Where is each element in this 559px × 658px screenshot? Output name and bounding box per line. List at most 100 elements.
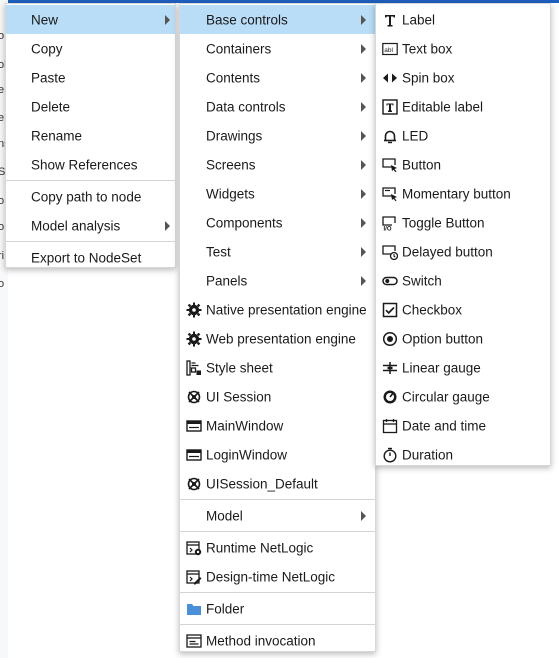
label-icon: [382, 12, 398, 28]
chevron-right-icon: [361, 217, 366, 228]
menu-item-show-references[interactable]: Show References: [6, 150, 175, 179]
menu-item-label: Text box: [402, 41, 453, 56]
menu-item-label[interactable]: Label: [376, 5, 550, 34]
menu-item-label: Label: [402, 12, 436, 27]
duration-icon: [382, 447, 398, 463]
spinbox-icon: [382, 70, 398, 86]
menu-item-method-invocation[interactable]: Method invocation: [180, 626, 375, 655]
new-submenu: Base controls Containers Contents Data cont…: [179, 3, 376, 652]
session-icon: [186, 389, 202, 405]
background-tree-fragment: o: [0, 221, 5, 233]
menu-item-label: Components: [206, 215, 283, 230]
circular-gauge-icon: [382, 389, 398, 405]
menu-item-contents[interactable]: Contents: [180, 63, 375, 92]
menu-item-label: Date and time: [402, 418, 487, 433]
menu-item-label: MainWindow: [206, 418, 284, 433]
menu-item-design-time-netlogic[interactable]: Design-time NetLogic: [180, 562, 375, 591]
menu-item-data-controls[interactable]: Data controls: [180, 92, 375, 121]
chevron-right-icon: [165, 14, 170, 25]
menu-item-date-and-time[interactable]: Date and time: [376, 411, 550, 440]
menu-item-containers[interactable]: Containers: [180, 34, 375, 63]
background-tree-fragment: o: [0, 195, 5, 207]
menu-item-delete[interactable]: Delete: [6, 92, 175, 121]
menu-item-export-to-nodeset[interactable]: Export to NodeSet: [6, 243, 175, 272]
menu-item-label: Delete: [31, 99, 71, 114]
menu-item-test[interactable]: Test: [180, 237, 375, 266]
menu-item-label: Runtime NetLogic: [206, 540, 314, 555]
textbox-icon: abl: [382, 41, 398, 57]
menu-item-copy[interactable]: Copy: [6, 34, 175, 63]
chevron-right-icon: [361, 159, 366, 170]
editable-label-icon: [382, 98, 398, 115]
base-controls-submenu: Label abl Text box Spin box Editable label LE…: [375, 3, 551, 466]
menu-item-runtime-netlogic[interactable]: Runtime NetLogic: [180, 533, 375, 562]
background-tree-fragment: e: [0, 84, 5, 96]
menu-item-components[interactable]: Components: [180, 208, 375, 237]
menu-item-copy-path-to-node[interactable]: Copy path to node: [6, 182, 175, 211]
chevron-right-icon: [361, 14, 366, 25]
menu-item-loginwindow[interactable]: LoginWindow: [180, 440, 375, 469]
menu-item-label: Export to NodeSet: [31, 250, 142, 265]
menu-item-screens[interactable]: Screens: [180, 150, 375, 179]
menu-item-label: Model: [206, 508, 243, 523]
background-tree-fragment: o: [0, 278, 5, 290]
menu-item-led[interactable]: LED: [376, 121, 550, 150]
menu-item-button[interactable]: Button: [376, 150, 550, 179]
menu-item-label: Linear gauge: [402, 360, 481, 375]
menu-item-drawings[interactable]: Drawings: [180, 121, 375, 150]
menu-item-rename[interactable]: Rename: [6, 121, 175, 150]
menu-item-label: Button: [402, 157, 442, 172]
menu-item-switch[interactable]: Switch: [376, 266, 550, 295]
menu-item-label: Folder: [206, 601, 245, 616]
folder-icon: [186, 601, 202, 617]
button-icon: [382, 157, 398, 173]
context-menu: New Copy Paste Delete Rename Show References C…: [5, 3, 176, 268]
menu-separator: [180, 624, 375, 625]
menu-item-web-presentation-engine[interactable]: Web presentation engine: [180, 324, 375, 353]
menu-item-delayed-button[interactable]: Delayed button: [376, 237, 550, 266]
chevron-right-icon: [361, 510, 366, 521]
menu-item-panels[interactable]: Panels: [180, 266, 375, 295]
menu-separator: [6, 241, 175, 242]
menu-item-linear-gauge[interactable]: Linear gauge: [376, 353, 550, 382]
menu-item-label: Data controls: [206, 99, 286, 114]
menu-item-editable-label[interactable]: Editable label: [376, 92, 550, 121]
menu-item-new[interactable]: New: [6, 5, 175, 34]
menu-item-label: Style sheet: [206, 360, 273, 375]
menu-item-label: Drawings: [206, 128, 263, 143]
menu-item-label: Design-time NetLogic: [206, 569, 336, 584]
menu-item-label: Copy: [31, 41, 63, 56]
menu-item-paste[interactable]: Paste: [6, 63, 175, 92]
switch-icon: [382, 273, 398, 289]
menu-item-label: Panels: [206, 273, 248, 288]
menu-item-model[interactable]: Model: [180, 501, 375, 530]
menu-item-momentary-button[interactable]: Momentary button: [376, 179, 550, 208]
menu-item-checkbox[interactable]: Checkbox: [376, 295, 550, 324]
menu-item-label: UI Session: [206, 389, 272, 404]
menu-item-text-box[interactable]: abl Text box: [376, 34, 550, 63]
menu-item-folder[interactable]: Folder: [180, 594, 375, 623]
menu-item-label: New: [31, 12, 59, 27]
menu-item-uisession-default[interactable]: UISession_Default: [180, 469, 375, 498]
menu-item-label: Rename: [31, 128, 83, 143]
toggle-button-icon: I/O: [382, 215, 398, 231]
menu-item-mainwindow[interactable]: MainWindow: [180, 411, 375, 440]
menu-item-spin-box[interactable]: Spin box: [376, 63, 550, 92]
momentary-button-icon: [382, 186, 398, 202]
menu-item-toggle-button[interactable]: I/O Toggle Button: [376, 208, 550, 237]
menu-item-model-analysis[interactable]: Model analysis: [6, 211, 175, 240]
menu-item-option-button[interactable]: Option button: [376, 324, 550, 353]
menu-item-native-presentation-engine[interactable]: Native presentation engine: [180, 295, 375, 324]
led-icon: [382, 128, 398, 144]
menu-item-duration[interactable]: Duration: [376, 440, 550, 469]
menu-item-widgets[interactable]: Widgets: [180, 179, 375, 208]
menu-item-label: Spin box: [402, 70, 455, 85]
designtime-netlogic-icon: [186, 569, 202, 585]
menu-item-label: Method invocation: [206, 633, 316, 648]
menu-item-label: LoginWindow: [206, 447, 288, 462]
menu-item-ui-session[interactable]: UI Session: [180, 382, 375, 411]
menu-item-circular-gauge[interactable]: Circular gauge: [376, 382, 550, 411]
menu-item-base-controls[interactable]: Base controls: [180, 5, 375, 34]
session-icon: [186, 476, 202, 492]
menu-item-style-sheet[interactable]: Style sheet: [180, 353, 375, 382]
